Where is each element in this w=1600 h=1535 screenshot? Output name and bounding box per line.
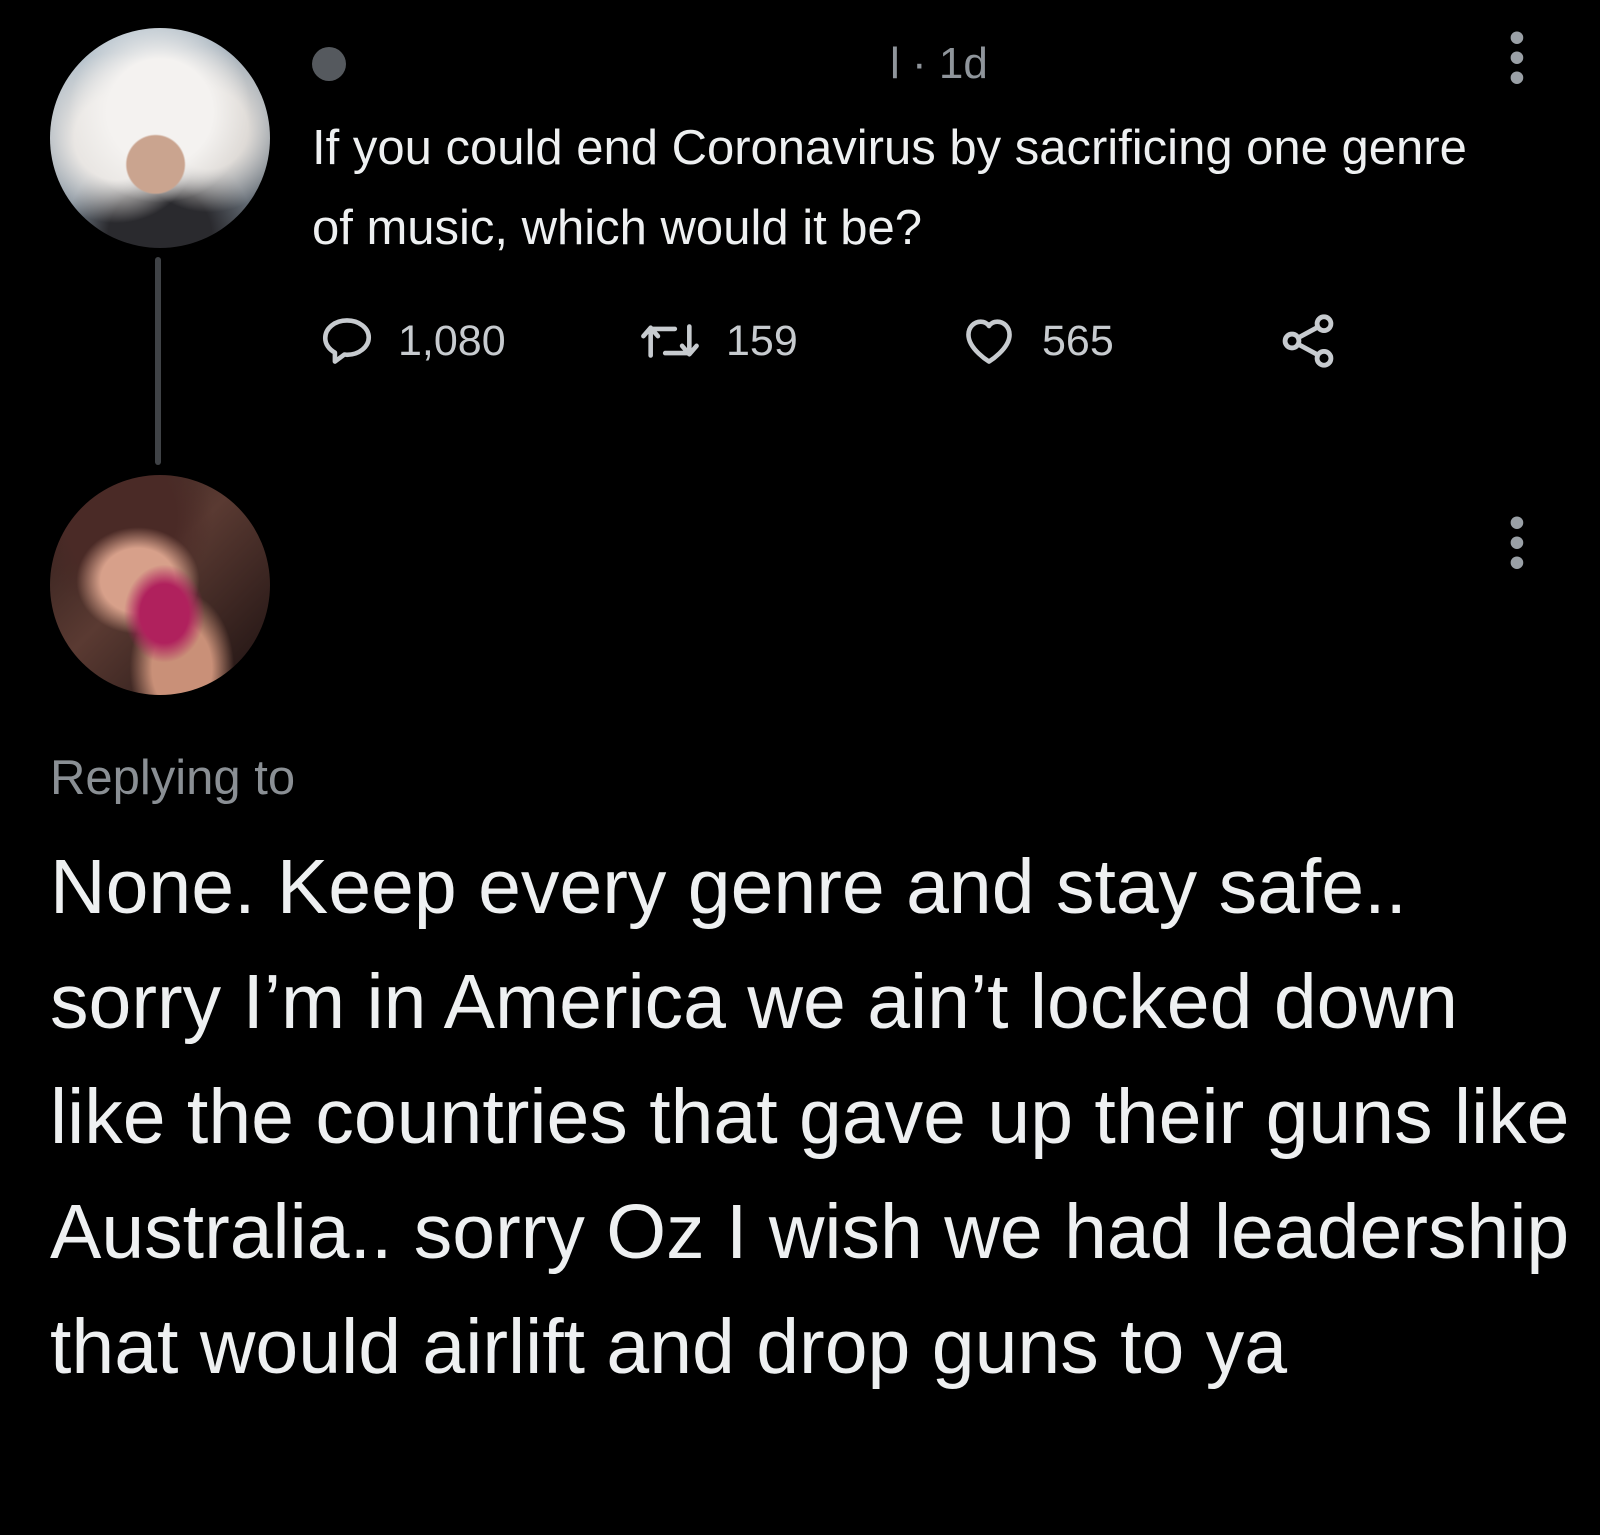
share-icon <box>1282 314 1334 368</box>
retweet-icon <box>641 324 699 358</box>
tweet-timestamp[interactable]: l · 1d <box>890 39 988 89</box>
retweet-count: 159 <box>726 316 798 365</box>
like-count: 565 <box>1042 316 1114 365</box>
tweet-action-bar: 1,080 159 565 <box>318 306 1358 376</box>
retweet-button[interactable]: 159 <box>636 306 798 376</box>
original-tweet-header: l · 1d <box>312 34 988 94</box>
more-options-icon[interactable]: • • • <box>1502 16 1532 100</box>
reply-tweet-text: None. Keep every genre and stay safe.. s… <box>50 844 1570 1390</box>
author-badge-icon <box>312 47 346 81</box>
original-tweet-text: If you could end Coronavirus by sacrific… <box>312 121 1467 255</box>
original-author-avatar[interactable] <box>50 28 270 248</box>
reply-icon <box>322 318 372 364</box>
tweet-thread: l · 1d • • • If you could end Coronavirus … <box>0 0 1600 1535</box>
reply-author-avatar[interactable] <box>50 475 270 695</box>
share-button[interactable] <box>1276 306 1340 376</box>
replying-to-label: Replying to <box>50 751 296 805</box>
more-options-icon[interactable]: • • • <box>1502 501 1532 585</box>
redacted-author-name <box>358 44 878 84</box>
heart-icon <box>966 319 1012 364</box>
thread-connector-line <box>155 257 161 465</box>
like-button[interactable]: 565 <box>958 306 1114 376</box>
reply-button[interactable]: 1,080 <box>318 306 506 376</box>
reply-count: 1,080 <box>398 316 506 365</box>
